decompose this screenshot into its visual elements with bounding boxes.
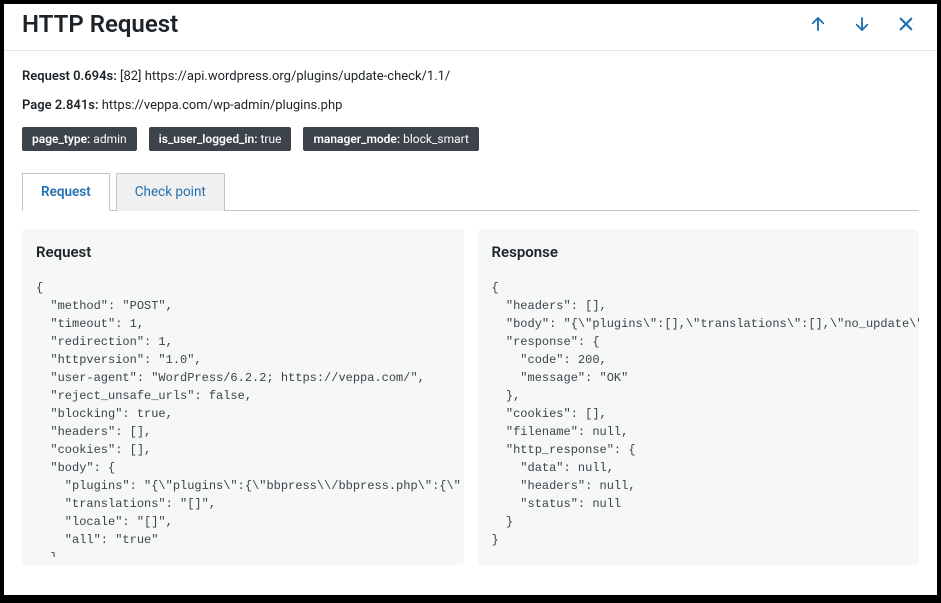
page-time-label: Page 2.841s: bbox=[22, 98, 99, 113]
response-panel: Response { "headers": [], "body": "{\"pl… bbox=[478, 229, 920, 565]
close-button[interactable] bbox=[893, 11, 919, 37]
request-id: [82] bbox=[120, 69, 142, 84]
arrow-up-icon bbox=[809, 15, 827, 33]
modal-actions bbox=[805, 11, 919, 37]
request-info-line: Request 0.694s: [82] https://api.wordpre… bbox=[22, 69, 919, 84]
panels: Request { "method": "POST", "timeout": 1… bbox=[22, 229, 919, 565]
tag-page-type: page_type: admin bbox=[22, 127, 137, 151]
tags-row: page_type: admin is_user_logged_in: true… bbox=[22, 127, 919, 151]
next-button[interactable] bbox=[849, 11, 875, 37]
tag-logged-in: is_user_logged_in: true bbox=[149, 127, 292, 151]
close-icon bbox=[897, 15, 915, 33]
page-info-line: Page 2.841s: https://veppa.com/wp-admin/… bbox=[22, 98, 919, 113]
page-url: https://veppa.com/wp-admin/plugins.php bbox=[102, 98, 343, 113]
modal-title: HTTP Request bbox=[22, 10, 178, 38]
request-panel: Request { "method": "POST", "timeout": 1… bbox=[22, 229, 464, 565]
request-time-label: Request 0.694s: bbox=[22, 69, 117, 84]
request-code[interactable]: { "method": "POST", "timeout": 1, "redir… bbox=[36, 279, 464, 557]
response-code[interactable]: { "headers": [], "body": "{\"plugins\":[… bbox=[492, 279, 920, 557]
tabs: Request Check point bbox=[22, 173, 919, 211]
response-panel-title: Response bbox=[492, 243, 920, 261]
prev-button[interactable] bbox=[805, 11, 831, 37]
tab-request[interactable]: Request bbox=[22, 173, 110, 211]
modal-body[interactable]: Request 0.694s: [82] https://api.wordpre… bbox=[4, 51, 937, 595]
modal: HTTP Request Request 0.694s: [82] https:… bbox=[4, 4, 937, 595]
tab-checkpoint[interactable]: Check point bbox=[116, 173, 225, 211]
request-panel-title: Request bbox=[36, 243, 464, 261]
request-url: https://api.wordpress.org/plugins/update… bbox=[145, 69, 451, 84]
arrow-down-icon bbox=[853, 15, 871, 33]
tag-manager-mode: manager_mode: block_smart bbox=[303, 127, 478, 151]
modal-header: HTTP Request bbox=[4, 4, 937, 51]
